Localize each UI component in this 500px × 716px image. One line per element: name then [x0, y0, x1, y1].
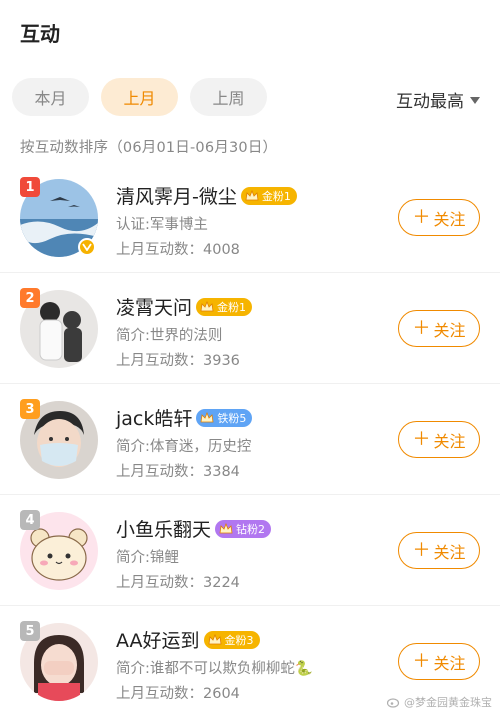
user-description: 简介:世界的法则	[116, 328, 223, 344]
fan-badge-label: 铁粉5	[217, 411, 247, 425]
tab-last-month[interactable]: 上月	[101, 78, 178, 116]
user-description: 认证:军事博主	[116, 217, 208, 233]
sort-description: 按互动数排序（06月01日-06月30日）	[20, 140, 278, 156]
follow-label: 关注	[433, 320, 466, 340]
fan-badge: 铁粉5	[196, 408, 253, 427]
sort-dropdown[interactable]: 互动最高	[396, 87, 480, 112]
tab-last-week[interactable]: 上周	[190, 78, 267, 116]
crown-icon	[245, 189, 259, 200]
rank-badge: 1	[20, 177, 40, 197]
list-item[interactable]: 2 凌霄天问 金粉1 简介:世界的法则 上月互动数：3936 ＋ 关注	[0, 273, 500, 384]
interaction-count: 上月互动数：2604	[116, 686, 240, 702]
weibo-logo-icon	[387, 698, 400, 708]
follow-label: 关注	[433, 653, 466, 673]
fan-badge-label: 金粉1	[217, 300, 247, 314]
user-name[interactable]: AA好运到	[116, 626, 200, 653]
sort-label: 互动最高	[396, 92, 464, 112]
fan-badge: 金粉1	[196, 297, 253, 316]
plus-icon: ＋	[412, 317, 431, 339]
fan-badge-label: 金粉1	[261, 189, 291, 203]
crown-icon	[200, 300, 214, 311]
caret-down-icon	[470, 97, 480, 104]
follow-label: 关注	[433, 431, 466, 451]
interaction-count: 上月互动数：3224	[116, 575, 240, 591]
tab-this-month[interactable]: 本月	[12, 78, 89, 116]
user-name[interactable]: jack皓轩	[116, 404, 192, 431]
user-name[interactable]: 凌霄天问	[116, 293, 192, 320]
fan-badge: 金粉3	[203, 630, 260, 649]
page-title: 互动	[20, 22, 60, 46]
list-item[interactable]: 4 小鱼乐翻天 钻粉2 简介:锦鲤 上月互动数：3224 ＋ 关注	[0, 495, 500, 606]
list-item[interactable]: 1 清风霁月-微尘 金粉1 认证:军事博主 上月互动数：4008 ＋ 关注	[0, 162, 500, 273]
follow-button[interactable]: ＋ 关注	[398, 310, 480, 347]
plus-icon: ＋	[412, 206, 431, 228]
fan-badge: 金粉1	[240, 186, 297, 205]
plus-icon: ＋	[412, 650, 431, 672]
user-description: 简介:锦鲤	[116, 550, 179, 566]
interaction-count: 上月互动数：4008	[116, 242, 240, 258]
crown-icon	[200, 411, 214, 422]
watermark-text: @梦金园黄金珠宝	[404, 696, 492, 709]
fan-badge-label: 钻粉2	[236, 522, 266, 536]
user-description: 简介:体育迷，历史控	[116, 439, 252, 455]
user-description: 简介:谁都不可以欺负柳柳蛇🐍	[116, 661, 313, 677]
follow-button[interactable]: ＋ 关注	[398, 532, 480, 569]
follow-label: 关注	[433, 542, 466, 562]
rank-badge: 2	[20, 288, 40, 308]
list-item[interactable]: 3 jack皓轩 铁粉5 简介:体育迷，历史控 上月互动数：3384 ＋ 关注	[0, 384, 500, 495]
plus-icon: ＋	[412, 539, 431, 561]
user-name[interactable]: 小鱼乐翻天	[116, 515, 211, 542]
follow-button[interactable]: ＋ 关注	[398, 421, 480, 458]
rank-badge: 5	[20, 621, 40, 641]
rank-badge: 3	[20, 399, 40, 419]
plus-icon: ＋	[412, 428, 431, 450]
user-list: 1 清风霁月-微尘 金粉1 认证:军事博主 上月互动数：4008 ＋ 关注 2 …	[0, 162, 500, 716]
interaction-count: 上月互动数：3936	[116, 353, 240, 369]
crown-icon	[219, 522, 233, 533]
rank-badge: 4	[20, 510, 40, 530]
follow-button[interactable]: ＋ 关注	[398, 643, 480, 680]
follow-label: 关注	[433, 209, 466, 229]
watermark: @梦金园黄金珠宝	[387, 694, 492, 710]
verified-icon	[78, 238, 96, 256]
period-tabs: 本月 上月 上周	[12, 78, 267, 116]
fan-badge: 钻粉2	[215, 519, 272, 538]
fan-badge-label: 金粉3	[224, 633, 254, 647]
user-name[interactable]: 清风霁月-微尘	[116, 182, 237, 209]
interaction-count: 上月互动数：3384	[116, 464, 240, 480]
follow-button[interactable]: ＋ 关注	[398, 199, 480, 236]
crown-icon	[208, 633, 221, 644]
